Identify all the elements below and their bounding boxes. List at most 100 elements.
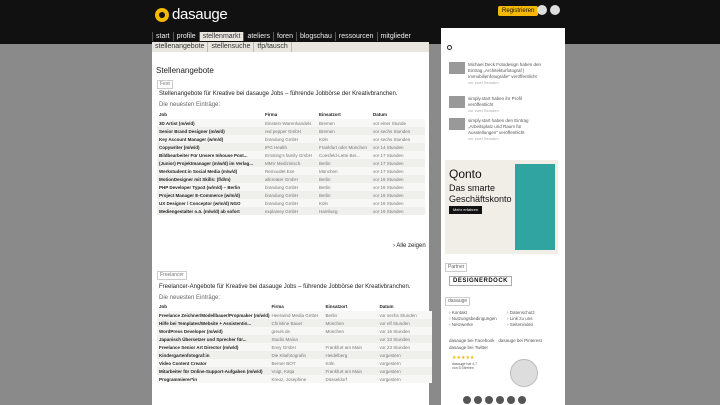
- job-title[interactable]: Project Manager E-Commerce (w/m/d): [157, 191, 263, 199]
- table-row[interactable]: Bildbearbeiter Für Unsere Inhouse Post..…: [157, 151, 425, 159]
- nav-stellenmarkt[interactable]: stellenmarkt: [198, 32, 244, 41]
- link-nutzungsbedingungen[interactable]: Nutzungsbedingungen: [449, 316, 507, 321]
- link-kontakt[interactable]: Kontakt: [449, 310, 507, 315]
- link-datenschutz[interactable]: Datenschutz: [507, 310, 565, 315]
- job-title[interactable]: Senior Brand Designer (m/w/d): [157, 127, 263, 135]
- job-title[interactable]: Bildbearbeiter Für Unsere Inhouse Post..…: [157, 151, 263, 159]
- job-date: vor 18 Stunden: [371, 183, 425, 191]
- subnav-tfp[interactable]: tfp/tausch: [254, 42, 292, 52]
- table-row[interactable]: (Junior) Projektmanager (m/w/d) im Verla…: [157, 159, 425, 167]
- table-row[interactable]: Japanisch Übersetzer und Sprecher für...…: [157, 335, 432, 343]
- activity-item[interactable]: Michael Deck Fotodesign haben den Eintra…: [449, 62, 548, 86]
- nav-blogschau[interactable]: blogschau: [295, 32, 335, 41]
- table-row[interactable]: Freelance Senior Art Director (m/w/d) Env…: [157, 343, 432, 351]
- register-button[interactable]: Registrieren: [498, 6, 539, 16]
- search-icon[interactable]: [447, 45, 452, 50]
- link-zu-uns[interactable]: Link zu uns: [507, 316, 565, 321]
- table-row[interactable]: 3D Artist (m/w/d) Einstein-Warenhandels Br…: [157, 119, 425, 127]
- flag-uk-icon[interactable]: [496, 396, 504, 404]
- table-row[interactable]: Copywriter (m/w/d) IPG Health Frankfurt od…: [157, 143, 425, 151]
- job-title[interactable]: Mitarbeiter für Online-Support-Aufgaben …: [157, 367, 270, 375]
- table-row[interactable]: Hilfe bei Templates/Website + Assistenti…: [157, 319, 432, 327]
- social-links: dasauge bei Facebook dasauge bei Pintere…: [449, 337, 559, 351]
- job-title[interactable]: UX Designer / Conceptor (w/m/d) NGO: [157, 199, 263, 207]
- job-title[interactable]: Mediengestalter o.ä. (m/w/d) ab sofort: [157, 207, 263, 215]
- job-location: Coesfeld-Lette Bei...: [317, 151, 371, 159]
- table-row[interactable]: Freelance Zeichner/Modellbauer/Propmaker…: [157, 311, 432, 319]
- link-seitenindex[interactable]: Seitenindex: [507, 322, 565, 327]
- user-icon[interactable]: [537, 5, 547, 15]
- flag-us-icon[interactable]: [507, 396, 515, 404]
- table-row[interactable]: MotionDesigner mit Skills: (f/d/m) allcre…: [157, 175, 425, 183]
- nav-ateliers[interactable]: ateliers: [243, 32, 273, 41]
- table-row[interactable]: Kindergartenfotograf:in Die Kitafotografi…: [157, 351, 432, 359]
- dasauge-label: dasauge: [445, 297, 471, 306]
- activity-message: Michael Deck Fotodesign haben den Eintra…: [468, 62, 542, 79]
- job-date: vor elf Stunden: [377, 319, 432, 327]
- table-row[interactable]: WordPress Developer (m/w/d) greuls.de Münc…: [157, 327, 432, 335]
- table-row[interactable]: Key Account Manager (w/m/d) brandung GmbH…: [157, 135, 425, 143]
- job-date: vorgestern: [377, 359, 432, 367]
- tab-fest[interactable]: Fest: [157, 80, 173, 89]
- table-row[interactable]: Programmierer*in Kreuz, Josephine Düsseldo…: [157, 375, 432, 383]
- job-title[interactable]: Japanisch Übersetzer und Sprecher für...: [157, 335, 270, 343]
- table-row[interactable]: Mediengestalter o.ä. (m/w/d) ab sofort ex…: [157, 207, 425, 215]
- job-title[interactable]: (Junior) Projektmanager (m/w/d) im Verla…: [157, 159, 263, 167]
- table-row[interactable]: UX Designer / Conceptor (w/m/d) NGO brand…: [157, 199, 425, 207]
- job-title[interactable]: Werkstudent:in Social Media (m/w/d): [157, 167, 263, 175]
- show-all-link[interactable]: › Alle zeigen: [393, 243, 426, 249]
- job-title[interactable]: Freelance Senior Art Director (m/w/d): [157, 343, 270, 351]
- dasauge-logo[interactable]: dasauge: [155, 6, 228, 23]
- job-title[interactable]: PHP Developer Typo3 (w/m/d) – Berlin: [157, 183, 263, 191]
- nav-ressourcen[interactable]: ressourcen: [334, 32, 377, 41]
- table-row[interactable]: Video Content Creator Berner BOT Köln vorge…: [157, 359, 432, 367]
- subnav-stellensuche[interactable]: stellensuche: [208, 42, 255, 52]
- tab-freelancer[interactable]: Freelancer: [157, 271, 187, 280]
- activity-item[interactable]: simply.start haben ihr Profil veröffentl…: [449, 96, 548, 114]
- job-location: Frankfurt oder München: [317, 143, 371, 151]
- job-location: München: [323, 319, 378, 327]
- qonto-ad[interactable]: Qonto Das smarte Geschäftskonto Mehr erf…: [445, 160, 558, 254]
- nav-foren[interactable]: foren: [273, 32, 296, 41]
- nav-mitglieder[interactable]: mitglieder: [376, 32, 414, 41]
- table-row[interactable]: Mitarbeiter für Online-Support-Aufgaben …: [157, 367, 432, 375]
- flag-es-icon[interactable]: [518, 396, 526, 404]
- job-title[interactable]: Programmierer*in: [157, 375, 270, 383]
- job-title[interactable]: Video Content Creator: [157, 359, 270, 367]
- ad-headline: Das smarte Geschäftskonto: [449, 183, 512, 205]
- pinterest-link[interactable]: dasauge bei Pinterest: [498, 338, 542, 343]
- camera-icon[interactable]: [550, 5, 560, 15]
- activity-item[interactable]: simply.start haben den Eintrag „Arbeitsp…: [449, 118, 548, 142]
- trusted-badge[interactable]: [510, 359, 538, 387]
- link-netzwerke[interactable]: Netzwerke: [449, 322, 507, 327]
- subnav-stellenangebote[interactable]: stellenangebote: [152, 42, 209, 52]
- twitter-link[interactable]: dasauge bei Twitter: [449, 345, 488, 350]
- col-job: Job: [159, 304, 168, 309]
- flag-de-icon[interactable]: [463, 396, 471, 404]
- flag-ch-icon[interactable]: [485, 396, 493, 404]
- job-title[interactable]: Key Account Manager (w/m/d): [157, 135, 263, 143]
- ad-cta-button[interactable]: Mehr erfahren: [449, 206, 483, 214]
- job-location: Heidelberg: [323, 351, 378, 359]
- job-title[interactable]: Copywriter (m/w/d): [157, 143, 263, 151]
- nav-start[interactable]: start: [152, 32, 173, 41]
- table-row[interactable]: Werkstudent:in Social Media (m/w/d) Remou…: [157, 167, 425, 175]
- activity-text: Michael Deck Fotodesign haben den Eintra…: [468, 62, 548, 86]
- job-location: Frankfurt am Main: [323, 367, 378, 375]
- flag-at-icon[interactable]: [474, 396, 482, 404]
- col-einsatzort: Einsatzort: [319, 112, 341, 117]
- job-company: Berner BOT: [269, 359, 324, 367]
- table-row[interactable]: Senior Brand Designer (m/w/d) red pepper …: [157, 127, 425, 135]
- job-title[interactable]: Freelance Zeichner/Modellbauer/Propmaker…: [157, 311, 270, 319]
- job-title[interactable]: 3D Artist (m/w/d): [157, 119, 263, 127]
- job-title[interactable]: Kindergartenfotograf:in: [157, 351, 270, 359]
- job-title[interactable]: MotionDesigner mit Skills: (f/d/m): [157, 175, 263, 183]
- job-title[interactable]: WordPress Developer (m/w/d): [157, 327, 270, 335]
- facebook-link[interactable]: dasauge bei Facebook: [449, 338, 495, 343]
- table-row[interactable]: PHP Developer Typo3 (w/m/d) – Berlin bran…: [157, 183, 425, 191]
- partner-logo[interactable]: DESIGNERDOCK: [449, 276, 513, 286]
- table-row[interactable]: Project Manager E-Commerce (w/m/d) brandu…: [157, 191, 425, 199]
- ad-line-2: Geschäftskonto: [449, 194, 512, 204]
- nav-profile[interactable]: profile: [172, 32, 199, 41]
- job-title[interactable]: Hilfe bei Templates/Website + Assistenti…: [157, 319, 270, 327]
